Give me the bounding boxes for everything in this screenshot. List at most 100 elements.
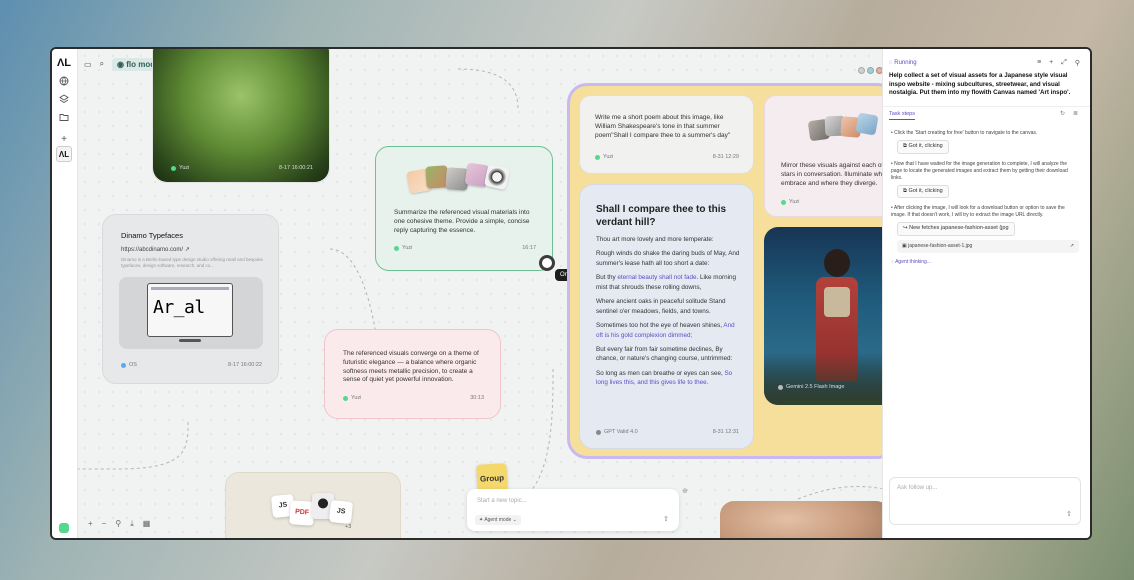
globe-icon[interactable]	[56, 73, 72, 89]
search-icon[interactable]: ⌕	[100, 59, 104, 69]
poem-line-3a: But thy	[596, 274, 618, 282]
poem-body: Thou art more lovely and more temperate:…	[596, 235, 742, 388]
poem-request-text: Write me a short poem about this image, …	[595, 114, 731, 139]
dinamo-card[interactable]: Dinamo Typefaces https://abcdinamo.com/ …	[102, 214, 279, 384]
grid-icon[interactable]: ▦	[143, 519, 151, 529]
sidebar-toggle-icon[interactable]: ▭	[84, 60, 92, 69]
grass-image	[153, 49, 329, 182]
composer[interactable]: Start a new topic... ✦ Agent mode ⌄ ⇧	[467, 489, 679, 531]
zoom-out-icon[interactable]: −	[102, 519, 107, 529]
tab-controls: ↻ ≣	[1060, 110, 1078, 117]
step-2-action-label: Got it, clicking	[908, 187, 943, 194]
add-icon[interactable]: ⊕	[682, 487, 688, 495]
composer-input[interactable]: Start a new topic...	[477, 498, 527, 504]
mirror-card[interactable]: Mirror these visuals against each other …	[764, 95, 886, 217]
step-3-action[interactable]: ↪ New fetches japanese-fashion-asset (jp…	[897, 222, 1015, 237]
agent-mode-select[interactable]: ✦ Agent mode ⌄	[475, 515, 521, 525]
followup-input[interactable]: Ask follow up...	[897, 485, 937, 491]
poem-request-card[interactable]: Write me a short poem about this image, …	[579, 95, 754, 174]
step-3-action-label: New fetches japanese-fashion-asset (jpg	[909, 225, 1009, 232]
download-icon[interactable]: ⤓	[130, 519, 134, 529]
poem-line-1: Thou art more lovely and more temperate:	[596, 236, 714, 243]
dinamo-url[interactable]: https://abcdinamo.com/ ↗	[121, 246, 190, 254]
layers-icon[interactable]	[56, 91, 72, 107]
thumbnail-stack	[406, 162, 518, 194]
seabed	[764, 355, 886, 405]
file-badge-js-2: JS	[328, 499, 354, 525]
group-frame[interactable]: Write me a short poem about this image, …	[567, 83, 886, 459]
summarize-author: Yuzi	[402, 244, 413, 251]
pin-icon[interactable]: ⚲	[115, 519, 121, 529]
poem-request-author: Yuzi	[603, 153, 614, 160]
files-card[interactable]: JS PDF JS +3	[225, 472, 401, 538]
summarize-meta: Yuzi	[394, 245, 412, 252]
summarize-card[interactable]: Summarize the referenced visual material…	[375, 146, 553, 271]
connector-handle[interactable]	[539, 255, 555, 271]
plus-icon[interactable]: +	[56, 131, 72, 147]
poem-line-3: But thy eternal beauty shall not fade. L…	[596, 273, 742, 292]
steps-list: • Click the 'Start creating for free' bu…	[891, 130, 1079, 266]
gemini-label: Gemini 2.5 Flash Image	[786, 383, 845, 390]
agent-panel: ◌ Running ≡ + ⤢ ⚲ Help collect a set of …	[882, 49, 1090, 538]
zoom-in-icon[interactable]: +	[88, 519, 93, 529]
step-2-action[interactable]: ⧉ Got it, clicking	[897, 184, 949, 199]
futuristic-card[interactable]: The referenced visuals converge on a the…	[324, 329, 501, 419]
futuristic-time: 30:13	[470, 394, 484, 401]
step-1-text: Click the 'Start creating for free' butt…	[894, 130, 1038, 136]
step-1: • Click the 'Start creating for free' bu…	[891, 130, 1038, 136]
grass-meta: Yuzi	[171, 165, 189, 172]
canvas[interactable]: ▭ ⌕ ◉ flo mode ‹ Yuzi 8-17 16:00:21 Summ…	[78, 49, 886, 538]
gemini-meta: Gemini 2.5 Flash Image	[778, 384, 844, 391]
expand-icon[interactable]: ⤢	[1061, 59, 1067, 67]
poem-line-5: Sometimes too hot the eye of heaven shin…	[596, 321, 742, 340]
poem-line-7: So long as men can breathe or eyes can s…	[596, 369, 742, 388]
dinamo-title: Dinamo Typefaces	[121, 231, 183, 240]
logo-icon[interactable]: ɅL	[56, 55, 72, 71]
list-icon[interactable]: ≡	[1037, 59, 1041, 67]
grass-image-card[interactable]: Yuzi 8-17 16:00:21	[152, 49, 330, 183]
app-icon[interactable]: ɅL	[56, 146, 72, 162]
panel-controls: ≡ + ⤢ ⚲	[1037, 59, 1080, 67]
send-icon[interactable]: ⇧	[663, 515, 669, 523]
status-row: ◌ Running	[889, 60, 917, 66]
step-2-text: Now that I have waited for the image gen…	[891, 160, 1068, 181]
status-text: Running	[894, 60, 917, 66]
filter-icon[interactable]: ≣	[1073, 110, 1078, 117]
file-row[interactable]: ▣ japanese-fashion-asset-1.jpg ↗	[897, 240, 1079, 254]
step-1-action-label: Got it, clicking	[908, 143, 943, 149]
poem-line-6: But every fair from fair sometime declin…	[596, 345, 733, 363]
followup-send-icon[interactable]: ⇧	[1066, 510, 1072, 518]
poem-card[interactable]: Shall I compare thee to this verdant hil…	[579, 184, 754, 449]
poem-meta: GPT Valid 4.0	[596, 429, 638, 436]
mirror-meta: Yuzi	[781, 199, 799, 206]
open-file-icon[interactable]: ↗	[1070, 243, 1074, 250]
pin-panel-icon[interactable]: ⚲	[1075, 59, 1080, 67]
futuristic-meta: Yuzi	[343, 395, 361, 402]
dinamo-time: 8-17 16:00:22	[228, 361, 262, 368]
figure-backpack	[824, 287, 850, 317]
step-3-text: After clicking the image, I will look fo…	[891, 205, 1065, 219]
dinamo-desc: Dinamo is a Berlin-based type design stu…	[121, 257, 264, 269]
thinking-text: Agent thinking...	[895, 259, 931, 266]
agent-mode-label: Agent mode	[484, 517, 512, 523]
poem-line-4: Where ancient oaks in peaceful solitude …	[596, 298, 726, 315]
new-icon[interactable]: +	[1049, 59, 1053, 67]
tab-task-steps[interactable]: Task steps	[889, 111, 915, 120]
summarize-text: Summarize the referenced visual material…	[394, 209, 530, 234]
step-3: • After clicking the image, I will look …	[891, 205, 1065, 219]
portrait-card[interactable]	[720, 501, 886, 538]
file-badge-pdf: PDF	[289, 500, 315, 526]
refresh-icon[interactable]: ↻	[1060, 110, 1065, 117]
step-1-action[interactable]: ⧉ Got it, clicking	[897, 140, 949, 154]
futuristic-author: Yuzi	[351, 394, 362, 401]
dinamo-image-text: Ar_al	[153, 297, 205, 318]
left-rail: ɅL + ɅL	[52, 49, 78, 538]
followup-box[interactable]: Ask follow up... ⇧	[889, 477, 1081, 525]
poem-time: 8-31 12:31	[712, 428, 739, 435]
poem-line-5a: Sometimes too hot the eye of heaven shin…	[596, 322, 724, 330]
files-more: +3	[345, 524, 352, 530]
folder-icon[interactable]	[56, 109, 72, 125]
task-prompt: Help collect a set of visual assets for …	[889, 72, 1071, 97]
gemini-image-card[interactable]: Gemini 2.5 Flash Image	[764, 227, 886, 405]
grass-author: Yuzi	[179, 164, 190, 171]
